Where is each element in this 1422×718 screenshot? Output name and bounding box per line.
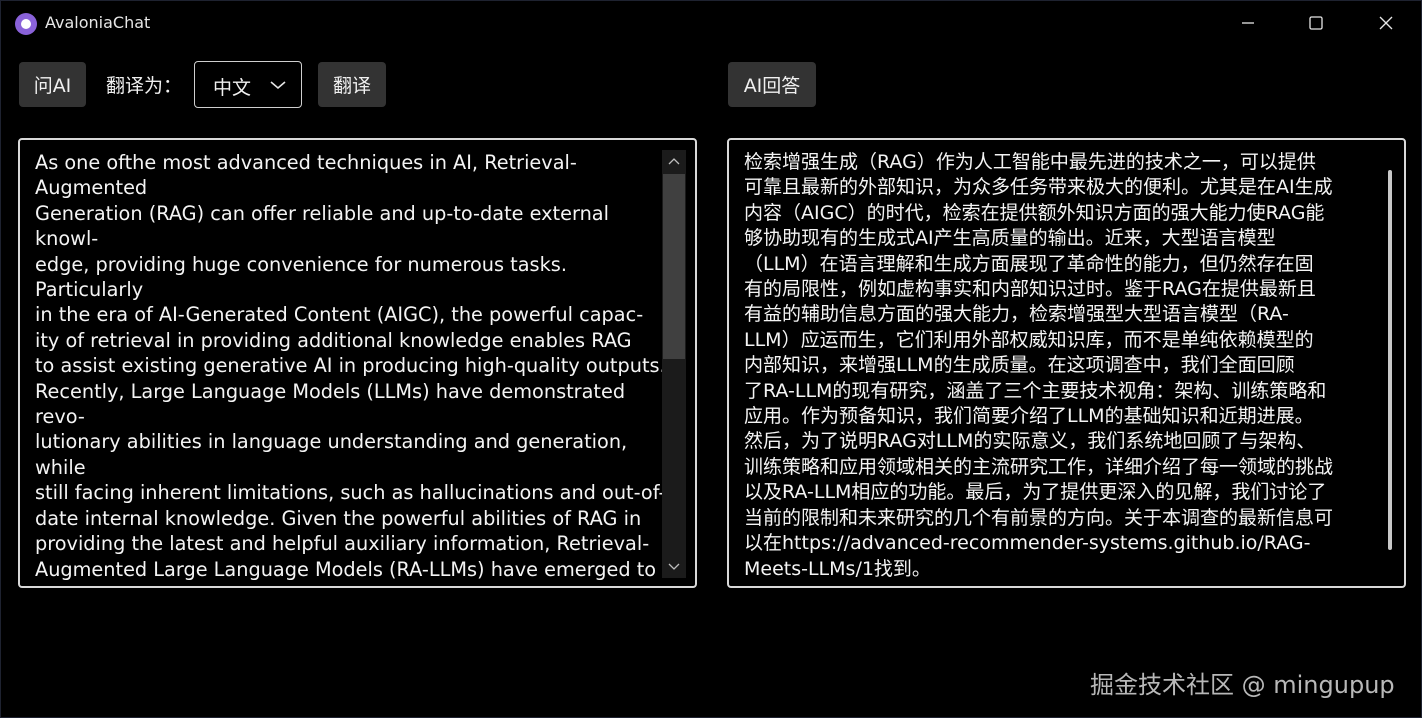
- ai-answer-button[interactable]: AI回答: [728, 62, 816, 107]
- translate-to-label: 翻译为：: [106, 75, 183, 97]
- input-scrollbar[interactable]: [662, 150, 686, 578]
- language-select[interactable]: 中文: [194, 61, 302, 108]
- minimize-button[interactable]: [1213, 1, 1283, 45]
- input-text[interactable]: As one ofthe most advanced techniques in…: [35, 150, 680, 582]
- title-bar[interactable]: AvaloniaChat: [1, 1, 1421, 45]
- avalonia-logo-icon: [15, 13, 37, 35]
- scroll-up-button[interactable]: [662, 150, 686, 172]
- chevron-down-icon: [270, 81, 286, 90]
- scroll-down-button[interactable]: [662, 556, 686, 578]
- language-select-value: 中文: [213, 77, 252, 99]
- output-scrollbar[interactable]: [1388, 170, 1392, 550]
- scroll-thumb[interactable]: [663, 174, 685, 359]
- output-textbox[interactable]: 检索增强生成（RAG）作为人工智能中最先进的技术之一，可以提供 可靠且最新的外部…: [727, 138, 1406, 588]
- app-window: AvaloniaChat 问AI 翻译为： 中文 翻译 AI回答 As one: [0, 0, 1422, 718]
- maximize-icon: [1309, 16, 1323, 30]
- window-title: AvaloniaChat: [45, 13, 151, 32]
- watermark: 掘金技术社区 @ mingupup: [1090, 671, 1395, 699]
- translate-button[interactable]: 翻译: [318, 62, 386, 107]
- chevron-down-icon: [668, 563, 680, 570]
- input-textbox[interactable]: As one ofthe most advanced techniques in…: [18, 138, 697, 588]
- chevron-up-icon: [668, 158, 680, 165]
- ask-ai-button[interactable]: 问AI: [19, 62, 86, 107]
- output-text[interactable]: 检索增强生成（RAG）作为人工智能中最先进的技术之一，可以提供 可靠且最新的外部…: [744, 150, 1404, 582]
- minimize-icon: [1242, 22, 1254, 24]
- close-icon: [1379, 16, 1393, 30]
- maximize-button[interactable]: [1281, 1, 1351, 45]
- close-button[interactable]: [1351, 1, 1421, 45]
